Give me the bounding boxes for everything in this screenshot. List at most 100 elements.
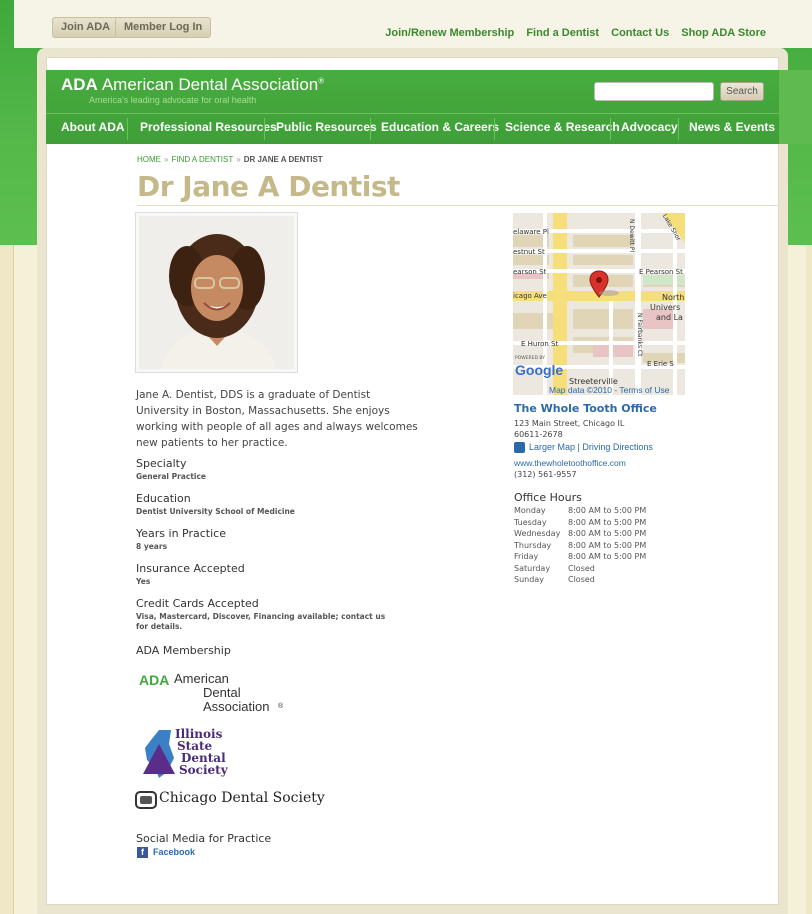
nav-separator (494, 118, 495, 140)
education-value: Dentist University School of Medicine (136, 507, 295, 516)
map-links[interactable]: Larger Map | Driving Directions (514, 442, 653, 454)
map-street-label: earson St (513, 268, 547, 276)
map-links-label[interactable]: Larger Map | Driving Directions (529, 442, 653, 452)
office-street: 123 Main Street, Chicago IL (514, 419, 625, 428)
hours-day: Thursday (514, 540, 552, 550)
map-street-label: N Fairbanks Ct (636, 313, 643, 357)
breadcrumb-separator: » (164, 155, 169, 164)
ada-logo-mark: ® (278, 703, 284, 710)
nav-public-resources[interactable]: Public Resources (276, 120, 377, 134)
nav-professional-resources[interactable]: Professional Resources (140, 120, 277, 134)
hours-time: 8:00 AM to 5:00 PM (568, 517, 647, 527)
top-links: Join/Renew Membership Find a Dentist Con… (376, 27, 766, 39)
google-logo: Google (515, 362, 564, 378)
map-credits-link[interactable]: Map data ©2010 - Terms of Use (549, 385, 669, 395)
search-input[interactable] (594, 82, 714, 101)
portrait-image (139, 216, 294, 369)
logo-mark: ® (318, 76, 325, 86)
ada-logo-line3: Association (203, 699, 270, 714)
hours-row: Tuesday 8:00 AM to 5:00 PM (514, 517, 646, 529)
office-hours-title: Office Hours (514, 491, 582, 504)
join-renew-link[interactable]: Join/Renew Membership (385, 27, 514, 39)
find-dentist-link[interactable]: Find a Dentist (526, 27, 599, 39)
facebook-link[interactable]: f Facebook (137, 847, 196, 859)
hours-time: 8:00 AM to 5:00 PM (568, 552, 647, 561)
logo-abbr: ADA (61, 75, 98, 94)
ada-logo-abbr: ADA (139, 672, 170, 688)
ada-logo-line1: American (174, 671, 229, 686)
membership-label: ADA Membership (136, 644, 231, 657)
title-divider (137, 205, 779, 206)
hours-day: Tuesday (514, 517, 547, 527)
page-background-left-edge (0, 245, 14, 914)
portrait-illustration (139, 216, 294, 369)
insurance-value: Yes (136, 577, 151, 586)
join-ada-button[interactable]: Join ADA (52, 17, 120, 38)
page-title: Dr Jane A Dentist (137, 170, 400, 203)
cds-emblem-icon (135, 791, 157, 809)
cds-name: Chicago Dental Society (159, 790, 325, 806)
main-nav: About ADA Professional Resources Public … (46, 113, 779, 144)
years-label: Years in Practice (136, 527, 226, 540)
hours-row: Monday 8:00 AM to 5:00 PM (514, 505, 646, 517)
hours-row: Sunday Closed (514, 574, 646, 586)
hours-day: Sunday (514, 575, 544, 584)
nav-separator (127, 118, 128, 140)
facebook-icon: f (137, 847, 148, 859)
logo-name: American Dental Association (101, 75, 319, 94)
header-extension (779, 70, 812, 144)
contact-us-link[interactable]: Contact Us (611, 27, 669, 39)
map-area-label: North (662, 293, 685, 302)
social-media-label: Social Media for Practice (136, 832, 272, 845)
office-website-link[interactable]: www.thewholetoothoffice.com (514, 458, 626, 468)
hours-day: Wednesday (514, 529, 561, 538)
education-label: Education (136, 492, 191, 505)
facebook-label: Facebook (153, 847, 196, 857)
insurance-label: Insurance Accepted (136, 562, 245, 575)
hours-day: Saturday (514, 563, 551, 573)
hours-time: 8:00 AM to 5:00 PM (568, 540, 647, 550)
office-zip: 60611-2678 (514, 430, 563, 439)
breadcrumb: HOME» FIND A DENTIST» DR JANE A DENTIST (137, 155, 323, 164)
hours-day: Friday (514, 552, 539, 561)
credit-cards-value-line2: for details. (136, 622, 183, 631)
office-map[interactable]: elaware Pl estnut St earson St E Pearson… (513, 213, 685, 395)
ada-logo-line2: Dental (203, 685, 241, 700)
office-name: The Whole Tooth Office (514, 402, 657, 415)
logo-tagline: America's leading advocate for oral heal… (89, 95, 257, 105)
nav-separator (370, 118, 371, 140)
map-street-label: E Huron St (521, 340, 559, 348)
search-button[interactable]: Search (720, 82, 764, 101)
map-area-label: Univers (650, 303, 681, 312)
hours-row: Thursday 8:00 AM to 5:00 PM (514, 540, 646, 552)
hours-day: Monday (514, 506, 546, 515)
map-street-label: N Dewitt Pl (628, 219, 635, 253)
nav-separator (678, 118, 679, 140)
page-background-right-edge (806, 245, 812, 914)
member-login-button[interactable]: Member Log In (115, 17, 212, 38)
breadcrumb-separator: » (236, 155, 241, 164)
magnifier-icon (514, 442, 525, 454)
nav-advocacy[interactable]: Advocacy (621, 120, 678, 134)
hours-time: Closed (568, 575, 595, 584)
ada-logo[interactable]: ADA American Dental Association® (61, 75, 324, 95)
credit-cards-label: Credit Cards Accepted (136, 597, 259, 610)
shop-store-link[interactable]: Shop ADA Store (681, 27, 766, 39)
breadcrumb-home[interactable]: HOME (137, 155, 161, 164)
nav-news-events[interactable]: News & Events (689, 120, 775, 134)
nav-science-research[interactable]: Science & Research (505, 120, 620, 134)
credit-cards-value-line1: Visa, Mastercard, Discover, Financing av… (136, 612, 386, 621)
specialty-value: General Practice (136, 472, 207, 481)
nav-separator (610, 118, 611, 140)
office-phone: (312) 561-9557 (514, 470, 577, 479)
isds-line4: Society (179, 763, 228, 777)
top-bar: Join ADA Member Log In Join/Renew Member… (14, 0, 812, 48)
nav-about-ada[interactable]: About ADA (61, 120, 125, 134)
nav-education-careers[interactable]: Education & Careers (381, 120, 499, 134)
map-area-label: and La (656, 313, 683, 322)
breadcrumb-find-dentist[interactable]: FIND A DENTIST (171, 155, 233, 164)
hours-time: Closed (568, 563, 595, 573)
hours-time: 8:00 AM to 5:00 PM (568, 506, 647, 515)
dentist-photo (135, 212, 298, 373)
hours-row: Wednesday 8:00 AM to 5:00 PM (514, 528, 646, 540)
